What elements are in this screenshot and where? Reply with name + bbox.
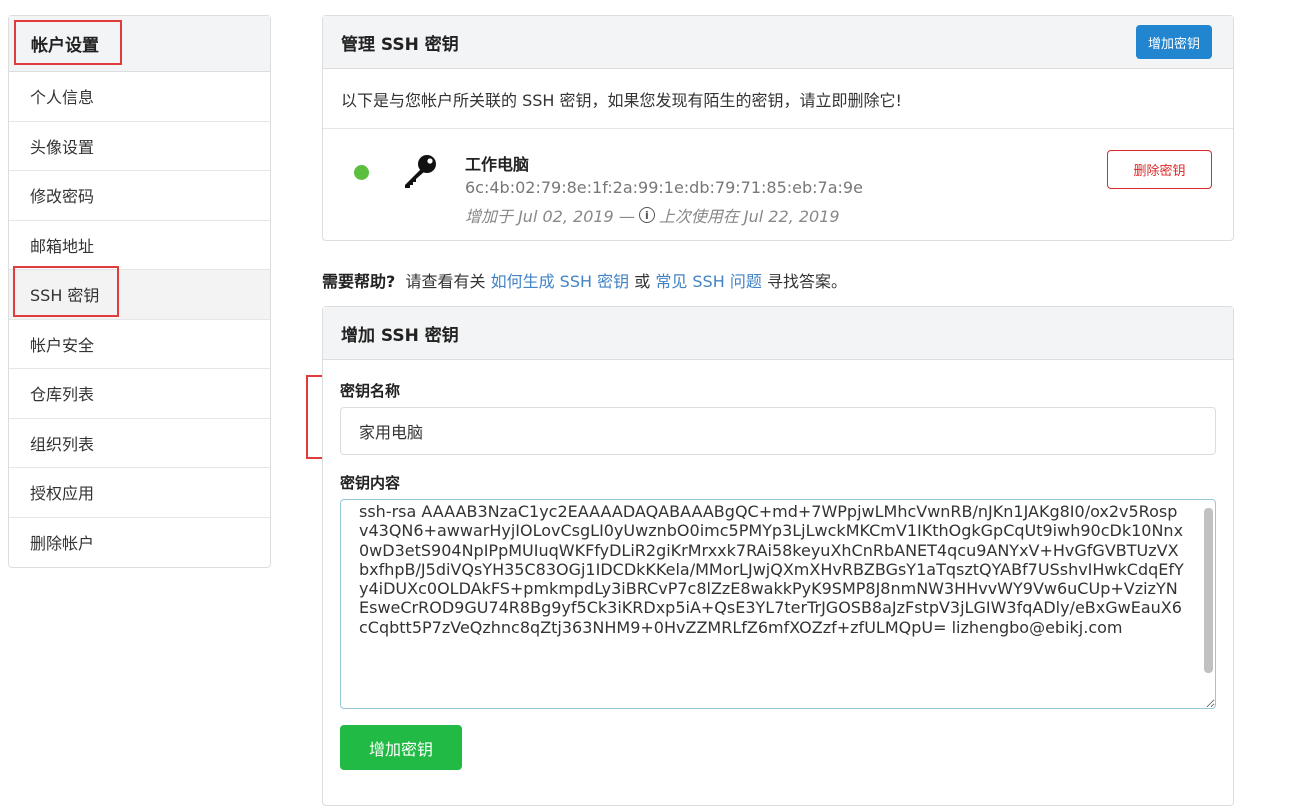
- sidebar-item-repositories[interactable]: 仓库列表: [9, 369, 270, 419]
- settings-sidebar: 帐户设置 个人信息 头像设置 修改密码 邮箱地址 SSH 密钥 帐户安全 仓库列…: [8, 15, 271, 568]
- key-content-label: 密钥内容: [340, 474, 401, 492]
- sidebar-item-security[interactable]: 帐户安全: [9, 320, 270, 369]
- key-icon: [401, 151, 441, 195]
- help-text-1: 请查看有关: [405, 272, 486, 291]
- sidebar-header: 帐户设置: [9, 16, 270, 72]
- common-ssh-issues-link[interactable]: 常见 SSH 问题: [655, 272, 762, 291]
- key-name: 工作电脑: [465, 155, 530, 174]
- add-panel-header: 增加 SSH 密钥: [323, 307, 1233, 360]
- add-panel-title: 增加 SSH 密钥: [341, 325, 459, 346]
- sidebar-item-password[interactable]: 修改密码: [9, 171, 270, 221]
- ssh-key-row: 工作电脑 6c:4b:02:79:8e:1f:2a:99:1e:db:79:71…: [323, 129, 1233, 240]
- sidebar-item-email[interactable]: 邮箱地址: [9, 221, 270, 270]
- key-name-label: 密钥名称: [340, 382, 401, 400]
- sidebar-item-delete-account[interactable]: 删除帐户: [9, 518, 270, 568]
- textarea-scrollbar[interactable]: [1204, 508, 1213, 673]
- sidebar-item-profile[interactable]: 个人信息: [9, 72, 270, 122]
- key-last-used: 上次使用在 Jul 22, 2019: [658, 207, 840, 226]
- manage-panel-title: 管理 SSH 密钥: [341, 34, 459, 55]
- help-text-3: 寻找答案。: [766, 272, 847, 291]
- sidebar-item-applications[interactable]: 授权应用: [9, 468, 270, 518]
- key-added-date: 增加于 Jul 02, 2019 —: [465, 207, 635, 226]
- key-fingerprint: 6c:4b:02:79:8e:1f:2a:99:1e:db:79:71:85:e…: [465, 178, 863, 197]
- add-key-form: 密钥名称 密钥内容 ssh-rsa AAAAB3NzaC1yc2EAAAADAQ…: [323, 360, 1233, 788]
- delete-key-button[interactable]: 删除密钥: [1107, 150, 1212, 189]
- manage-intro-text: 以下是与您帐户所关联的 SSH 密钥，如果您发现有陌生的密钥，请立即删除它!: [323, 69, 1233, 129]
- manage-panel-header: 管理 SSH 密钥 增加密钥: [323, 16, 1233, 69]
- key-meta: 增加于 Jul 02, 2019 — i 上次使用在 Jul 22, 2019: [465, 203, 840, 227]
- manage-ssh-keys-panel: 管理 SSH 密钥 增加密钥 以下是与您帐户所关联的 SSH 密钥，如果您发现有…: [322, 15, 1234, 241]
- sidebar-item-avatar[interactable]: 头像设置: [9, 122, 270, 171]
- help-text: 需要帮助? 请查看有关 如何生成 SSH 密钥 或 常见 SSH 问题 寻找答案…: [322, 268, 847, 292]
- key-name-input[interactable]: [340, 407, 1216, 455]
- sidebar-item-ssh-keys[interactable]: SSH 密钥: [9, 270, 270, 320]
- add-key-button[interactable]: 增加密钥: [1135, 25, 1212, 59]
- key-content-wrapper: ssh-rsa AAAAB3NzaC1yc2EAAAADAQABAAABgQC+…: [340, 499, 1216, 709]
- help-prefix: 需要帮助?: [322, 272, 396, 291]
- submit-add-key-button[interactable]: 增加密钥: [340, 725, 462, 770]
- help-text-2: 或: [634, 272, 651, 291]
- how-to-generate-ssh-key-link[interactable]: 如何生成 SSH 密钥: [491, 272, 630, 291]
- sidebar-item-organizations[interactable]: 组织列表: [9, 419, 270, 468]
- key-content-textarea[interactable]: ssh-rsa AAAAB3NzaC1yc2EAAAADAQABAAABgQC+…: [340, 499, 1216, 709]
- key-status-dot: [354, 165, 369, 180]
- add-ssh-key-panel: 增加 SSH 密钥 密钥名称 密钥内容 ssh-rsa AAAAB3NzaC1y…: [322, 306, 1234, 806]
- info-icon: i: [638, 207, 655, 223]
